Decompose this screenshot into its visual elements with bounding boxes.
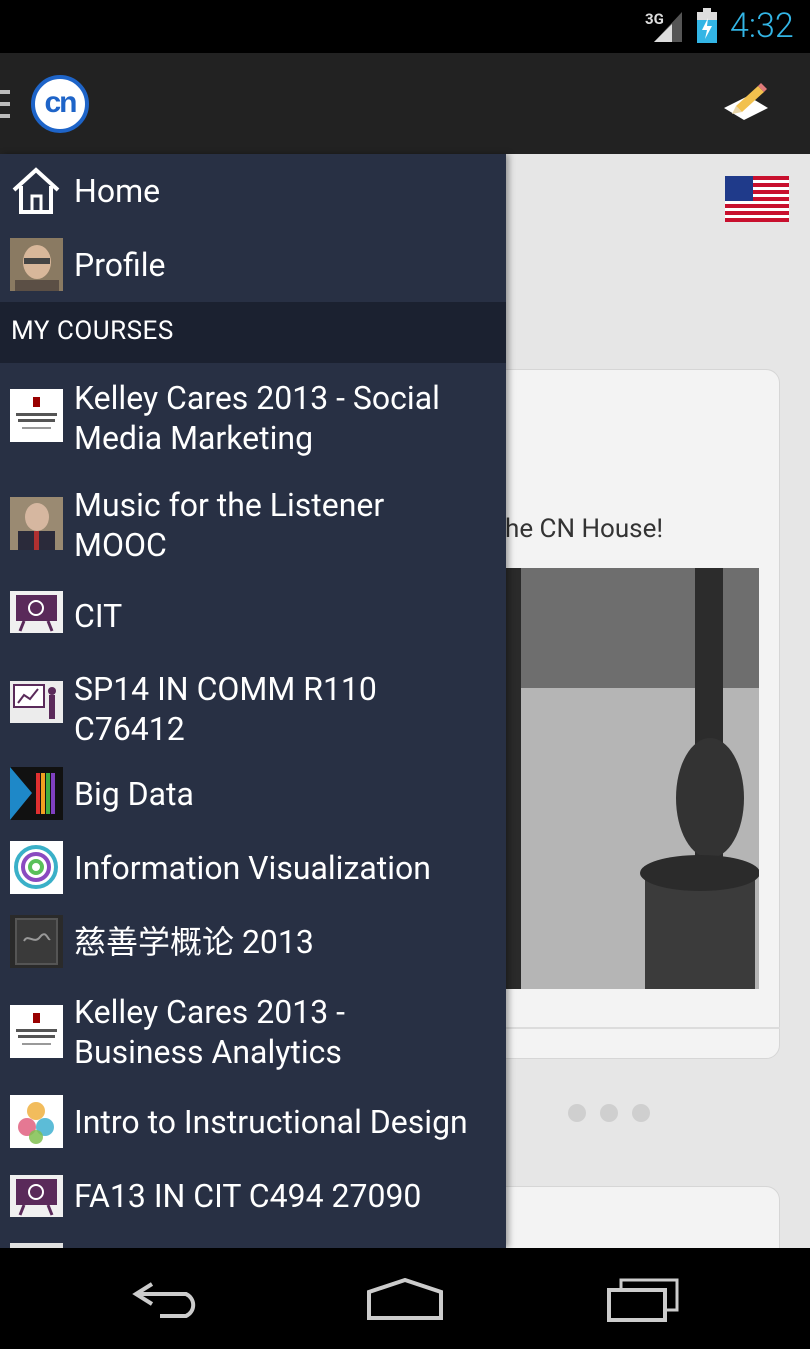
cn-easel-icon — [10, 1175, 63, 1217]
course-label-line1: Kelley Cares 2013 - — [74, 993, 345, 1031]
drawer-item-home[interactable]: Home — [0, 154, 506, 228]
profile-avatar — [10, 238, 63, 291]
course-label-line1: 慈善学概论 2013 — [74, 923, 314, 961]
course-label-line1: Music for the Listener — [74, 486, 385, 524]
navigation-drawer: Home Profile MY COURSES Kelley Cares 201… — [0, 154, 506, 1248]
course-label-line1: FA13 IN CIT C494 27090 — [74, 1177, 422, 1215]
course-item[interactable]: Kelley Cares 2013 - Social Media Marketi… — [0, 363, 506, 473]
signal-icon — [654, 12, 682, 42]
system-nav-bar — [0, 1248, 810, 1349]
course-item[interactable]: Information Visualization — [0, 841, 506, 915]
home-nav-icon[interactable] — [365, 1278, 445, 1322]
course-label-line2: MOOC — [74, 526, 167, 564]
course-label-line1: CIT — [74, 597, 123, 635]
my-courses-header: MY COURSES — [0, 302, 506, 363]
cn-easel-icon — [10, 591, 63, 633]
course-label-line1: Kelley Cares 2013 - Social — [74, 379, 440, 417]
post-card-2[interactable] — [470, 1186, 780, 1248]
post-photo[interactable] — [505, 568, 759, 989]
compose-icon[interactable] — [722, 80, 770, 124]
section-title: MY COURSES — [11, 316, 174, 346]
visualization-icon — [10, 841, 63, 894]
kelley-school-logo-icon — [10, 389, 63, 442]
course-label-line2: Media Marketing — [74, 419, 314, 457]
status-bar: 3G 4:32 — [0, 0, 810, 53]
battery-icon — [697, 8, 717, 43]
course-item[interactable]: FA13 IN CIT C494 27090 — [0, 1163, 506, 1237]
back-icon[interactable] — [132, 1278, 204, 1318]
card-divider — [470, 1027, 780, 1029]
course-label-line2: C76412 — [74, 710, 185, 748]
course-item[interactable]: Intro to Instructional Design — [0, 1089, 506, 1163]
course-label-line1: Big Data — [74, 775, 194, 813]
course-item[interactable]: CIT — [0, 583, 506, 657]
recent-apps-icon[interactable] — [605, 1278, 681, 1322]
course-item[interactable]: Kelley Cares 2013 - Business Analytics — [0, 989, 506, 1099]
us-flag-icon[interactable] — [725, 176, 789, 222]
presentation-icon — [10, 681, 63, 723]
course-item[interactable]: 慈善学概论 2013 — [0, 915, 506, 989]
snowy-bird-feeder-image — [505, 568, 759, 989]
instructional-design-icon — [10, 1095, 63, 1148]
drawer-item-profile[interactable]: Profile — [0, 228, 506, 302]
drawer-item-label: Profile — [74, 246, 166, 284]
course-label-line1: Information Visualization — [74, 849, 431, 887]
course-label-line2: Business Analytics — [74, 1033, 342, 1071]
action-bar — [0, 53, 810, 154]
logo-text: cn — [44, 85, 77, 119]
kelley-school-logo-icon — [10, 1005, 63, 1058]
chalkboard-icon — [10, 915, 63, 968]
drawer-item-label: Home — [74, 172, 161, 210]
page-indicator — [568, 1104, 664, 1126]
clock: 4:32 — [730, 6, 794, 46]
home-icon — [12, 167, 60, 214]
app-logo[interactable]: cn — [31, 75, 89, 133]
post-text: he CN House! — [505, 514, 664, 544]
course-label-line1: SP14 IN COMM R110 — [74, 670, 377, 708]
course-item[interactable]: Music for the Listener MOOC — [0, 473, 506, 583]
instructor-photo-icon — [10, 497, 63, 550]
course-item[interactable]: SP14 IN COMM R110 C76412 — [0, 657, 506, 767]
drawer-toggle-icon[interactable] — [0, 90, 12, 120]
course-label-line1: Intro to Instructional Design — [74, 1103, 468, 1141]
course-item[interactable]: Big Data — [0, 767, 506, 841]
big-data-icon — [10, 767, 63, 820]
